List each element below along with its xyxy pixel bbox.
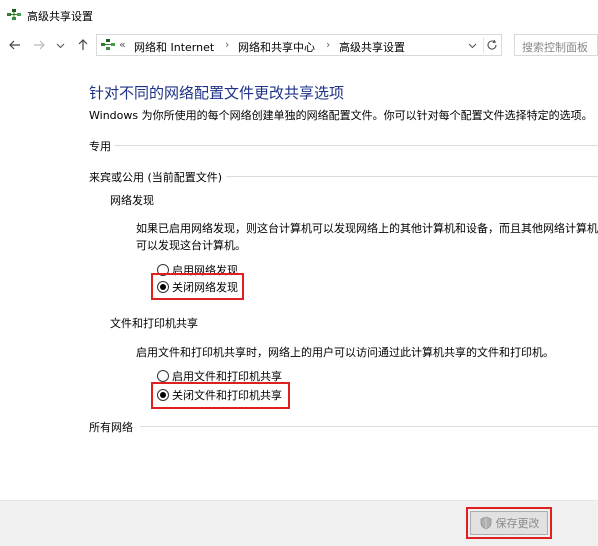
- network-discovery-description: 如果已启用网络发现，则这台计算机可以发现网络上的其他计算机和设备，而且其他网络计…: [136, 220, 598, 254]
- breadcrumb-separator-icon[interactable]: ›: [326, 38, 330, 51]
- network-location-icon: [101, 39, 115, 50]
- overflow-breadcrumb-icon[interactable]: «: [119, 38, 126, 51]
- network-center-icon: [7, 9, 21, 20]
- radio-button[interactable]: [157, 370, 169, 382]
- recent-locations-chevron-icon[interactable]: [54, 36, 66, 54]
- breadcrumb-network-sharing-center[interactable]: 网络和共享中心: [238, 39, 315, 55]
- breadcrumb-separator-icon[interactable]: ›: [225, 38, 229, 51]
- breadcrumb-network-internet[interactable]: 网络和 Internet: [134, 39, 214, 55]
- settings-content: 针对不同的网络配置文件更改共享选项 Windows 为你所使用的每个网络创建单独…: [0, 60, 598, 500]
- file-printer-sharing-description: 启用文件和打印机共享时，网络上的用户可以访问通过此计算机共享的文件和打印机。: [136, 346, 554, 359]
- page-description: Windows 为你所使用的每个网络创建单独的网络配置文件。你可以针对每个配置文…: [89, 109, 593, 122]
- window-title: 高级共享设置: [27, 10, 93, 23]
- address-dropdown-chevron-icon[interactable]: [465, 38, 479, 52]
- refresh-icon[interactable]: [483, 37, 499, 53]
- address-bar[interactable]: « 网络和 Internet › 网络和共享中心 › 高级共享设置: [96, 34, 502, 56]
- page-title: 针对不同的网络配置文件更改共享选项: [89, 84, 345, 102]
- footer-bar: 保存更改: [0, 500, 598, 546]
- section-private[interactable]: 专用: [89, 138, 111, 154]
- section-guest-public[interactable]: 来宾或公用 (当前配置文件): [89, 169, 222, 185]
- network-discovery-description-line: 如果已启用网络发现，则这台计算机可以发现网络上的其他计算机和设备，而且其他网络计…: [136, 222, 598, 235]
- navigation-bar: « 网络和 Internet › 网络和共享中心 › 高级共享设置 搜索控制面板: [0, 30, 598, 60]
- highlight-box: [151, 382, 290, 409]
- forward-arrow-icon[interactable]: [30, 36, 48, 54]
- network-discovery-title: 网络发现: [110, 194, 154, 207]
- back-arrow-icon[interactable]: [6, 36, 24, 54]
- breadcrumb-advanced-sharing[interactable]: 高级共享设置: [339, 39, 405, 55]
- search-placeholder: 搜索控制面板: [522, 41, 588, 54]
- section-all-networks[interactable]: 所有网络: [89, 419, 133, 435]
- file-printer-sharing-title: 文件和打印机共享: [110, 317, 198, 330]
- search-input[interactable]: 搜索控制面板: [514, 34, 598, 56]
- section-divider: [114, 145, 598, 146]
- network-discovery-description-line: 可以发现这台计算机。: [136, 239, 246, 252]
- highlight-box: [151, 273, 244, 300]
- highlight-box: [466, 507, 552, 539]
- up-arrow-icon[interactable]: [74, 36, 92, 54]
- section-divider: [226, 176, 598, 177]
- section-divider: [140, 426, 598, 427]
- title-bar: 高级共享设置: [0, 0, 598, 30]
